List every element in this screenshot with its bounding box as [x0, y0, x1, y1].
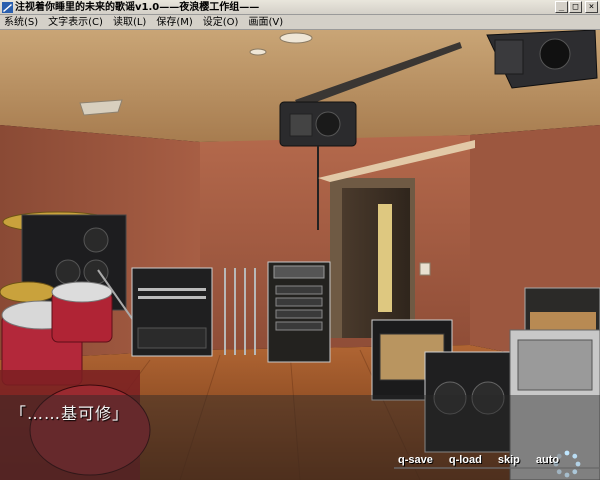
maximize-button[interactable]: □ — [569, 1, 582, 13]
loading-spinner-icon — [553, 450, 581, 478]
menu-load[interactable]: 读取(L) — [109, 15, 152, 29]
window-controls: _ □ × — [555, 1, 598, 13]
quick-menu: q-save q-load skip auto — [398, 454, 559, 466]
quick-save-button[interactable]: q-save — [398, 454, 433, 466]
skip-button[interactable]: skip — [498, 454, 520, 466]
menu-system[interactable]: 系统(S) — [0, 15, 44, 29]
menu-bar: 系统(S) 文字表示(C) 读取(L) 保存(M) 设定(O) 画面(V) — [0, 15, 600, 30]
minimize-button[interactable]: _ — [555, 1, 568, 13]
menu-screen[interactable]: 画面(V) — [244, 15, 289, 29]
game-viewport[interactable]: 「……基可修」 q-save q-load skip auto — [0, 30, 600, 480]
menu-settings[interactable]: 设定(O) — [199, 15, 245, 29]
quick-load-button[interactable]: q-load — [449, 454, 482, 466]
close-button[interactable]: × — [585, 1, 598, 13]
menu-save[interactable]: 保存(M) — [152, 15, 198, 29]
dialogue-text: 「……基可修」 — [10, 404, 130, 423]
menu-text-display[interactable]: 文字表示(C) — [44, 15, 109, 29]
app-icon — [2, 2, 13, 13]
title-bar[interactable]: 注视着你睡里的未来的歌谣v1.0——夜浪樱工作组—— _ □ × — [0, 0, 600, 15]
window-title: 注视着你睡里的未来的歌谣v1.0——夜浪樱工作组—— — [15, 2, 260, 13]
